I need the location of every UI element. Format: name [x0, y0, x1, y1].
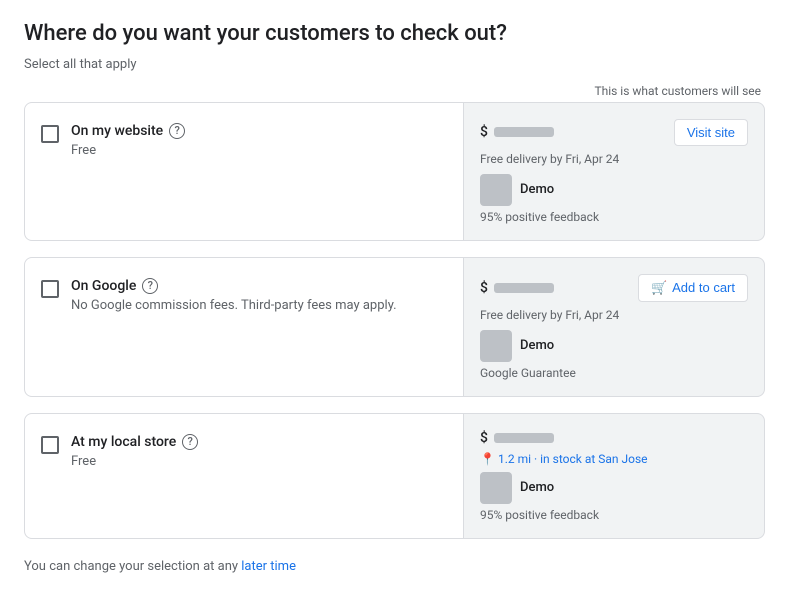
- help-icon-local[interactable]: ?: [182, 434, 198, 450]
- checkbox-google[interactable]: [41, 280, 59, 298]
- google-guarantee-label: Google Guarantee: [480, 366, 748, 380]
- option-left-local: At my local store ? Free: [24, 413, 464, 539]
- price-bar-local: [494, 433, 554, 443]
- option-badge-local: Free: [71, 454, 198, 469]
- dollar-sign-local: $: [480, 430, 488, 446]
- option-left-website: On my website ? Free: [24, 102, 464, 241]
- customer-see-label: This is what customers will see: [24, 84, 765, 98]
- local-distance: 📍 1.2 mi · in stock at San Jose: [480, 452, 748, 466]
- option-text-google: On Google ? No Google commission fees. T…: [71, 278, 397, 313]
- option-text-local: At my local store ? Free: [71, 434, 198, 469]
- seller-avatar-google: [480, 330, 512, 362]
- feedback-website: 95% positive feedback: [480, 210, 748, 224]
- seller-avatar-local: [480, 472, 512, 504]
- checkbox-local[interactable]: [41, 436, 59, 454]
- option-left-google: On Google ? No Google commission fees. T…: [24, 257, 464, 397]
- checkbox-website[interactable]: [41, 125, 59, 143]
- seller-row-google: Demo: [480, 330, 748, 362]
- seller-name-local: Demo: [520, 480, 554, 495]
- visit-site-button[interactable]: Visit site: [674, 119, 748, 146]
- preview-price-row-website: $ Visit site: [480, 119, 748, 146]
- help-icon-google[interactable]: ?: [142, 278, 158, 294]
- price-area-google: $: [480, 280, 554, 296]
- option-label-google: On Google ?: [71, 278, 397, 294]
- price-area-local: $: [480, 430, 554, 446]
- preview-price-row-local: $: [480, 430, 748, 446]
- seller-name-google: Demo: [520, 338, 554, 353]
- delivery-website: Free delivery by Fri, Apr 24: [480, 152, 748, 166]
- option-row-local: At my local store ? Free $ 📍 1.2 mi · in…: [24, 413, 765, 539]
- footer-text: You can change your selection at any lat…: [24, 559, 765, 574]
- price-bar-google: [494, 283, 554, 293]
- preview-price-row-google: $ 🛒 Add to cart: [480, 274, 748, 302]
- feedback-local: 95% positive feedback: [480, 508, 748, 522]
- cart-icon: 🛒: [651, 280, 667, 296]
- add-to-cart-button[interactable]: 🛒 Add to cart: [638, 274, 748, 302]
- option-badge-website: Free: [71, 143, 185, 158]
- page-title: Where do you want your customers to chec…: [24, 20, 765, 49]
- option-label-website: On my website ?: [71, 123, 185, 139]
- option-row-google: On Google ? No Google commission fees. T…: [24, 257, 765, 397]
- seller-avatar-website: [480, 174, 512, 206]
- delivery-google: Free delivery by Fri, Apr 24: [480, 308, 748, 322]
- option-right-website: $ Visit site Free delivery by Fri, Apr 2…: [464, 102, 765, 241]
- options-container: On my website ? Free $ Visit site Free d…: [24, 102, 765, 555]
- dollar-sign-google: $: [480, 280, 488, 296]
- option-right-local: $ 📍 1.2 mi · in stock at San Jose Demo 9…: [464, 413, 765, 539]
- option-description-google: No Google commission fees. Third-party f…: [71, 298, 397, 313]
- price-bar-website: [494, 127, 554, 137]
- subtitle: Select all that apply: [24, 57, 765, 72]
- seller-row-local: Demo: [480, 472, 748, 504]
- seller-row-website: Demo: [480, 174, 748, 206]
- help-icon-website[interactable]: ?: [169, 123, 185, 139]
- price-area-website: $: [480, 124, 554, 140]
- option-right-google: $ 🛒 Add to cart Free delivery by Fri, Ap…: [464, 257, 765, 397]
- option-label-local: At my local store ?: [71, 434, 198, 450]
- option-row-website: On my website ? Free $ Visit site Free d…: [24, 102, 765, 241]
- option-text-website: On my website ? Free: [71, 123, 185, 158]
- later-time-link[interactable]: later time: [241, 559, 296, 574]
- pin-icon: 📍: [480, 452, 495, 466]
- seller-name-website: Demo: [520, 182, 554, 197]
- dollar-sign-website: $: [480, 124, 488, 140]
